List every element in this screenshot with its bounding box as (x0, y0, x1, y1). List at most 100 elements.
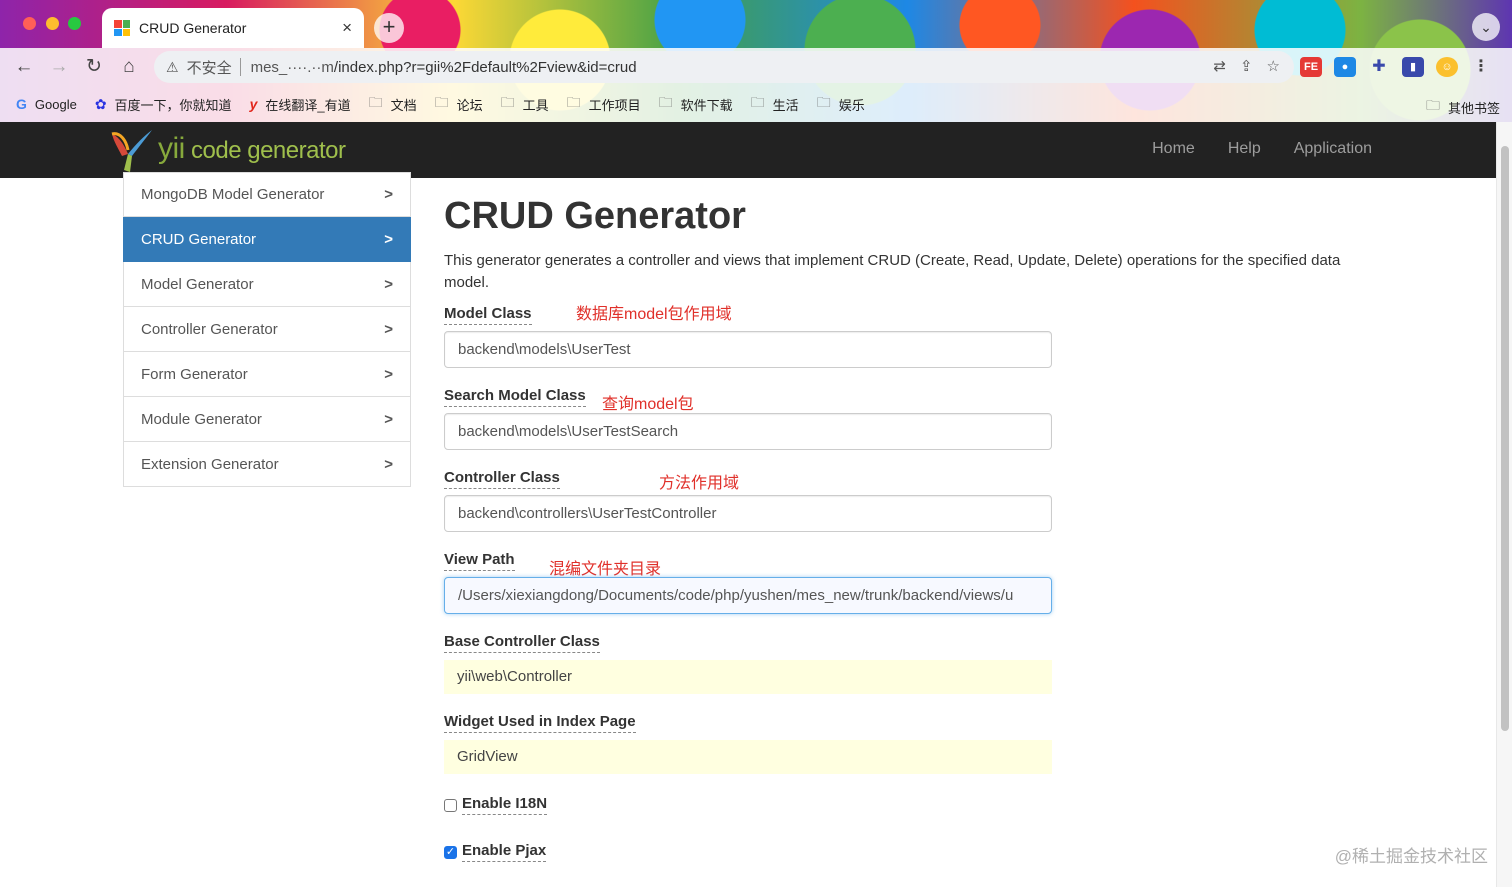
folder-icon: 🗀 (816, 94, 831, 110)
controller-class-label: Controller Class (444, 469, 560, 489)
bookmark-baidu[interactable]: ✿ 百度一下，你就知道 (95, 95, 232, 114)
bookmark-star-icon[interactable]: ☆ (1267, 57, 1280, 75)
extensions-bar: FE ● ✚ ▮ ☺ ⋮ (1300, 57, 1492, 77)
chevron-right-icon: > (384, 275, 393, 293)
bookmark-label: 文档 (390, 97, 417, 113)
sidebar-item-label: Model Generator (141, 275, 254, 293)
page-title: CRUD Generator (444, 195, 746, 237)
folder-icon: 🗀 (500, 94, 515, 110)
bookmark-google[interactable]: G Google (16, 96, 77, 112)
logo-yii-word: yii (158, 132, 185, 165)
controller-class-input[interactable]: backend\controllers\UserTestController (444, 495, 1052, 532)
forward-arrow-icon[interactable]: → (46, 54, 72, 80)
nav-link-home[interactable]: Home (1152, 140, 1195, 158)
generator-sidebar: MongoDB Model Generator > CRUD Generator… (123, 172, 411, 487)
bookmark-folder-tools[interactable]: 🗀 工具 (501, 92, 549, 116)
nav-link-application[interactable]: Application (1294, 140, 1372, 158)
nav-links: Home Help Application (1152, 140, 1372, 158)
sidebar-item-mongodb-model-generator[interactable]: MongoDB Model Generator > (123, 172, 411, 217)
yii-logo-icon (111, 130, 152, 172)
bookmark-folder-life[interactable]: 🗀 生活 (751, 92, 799, 116)
base-controller-class-input[interactable]: yii\web\Controller (444, 660, 1052, 694)
bookmark-folder-fun[interactable]: 🗀 娱乐 (817, 92, 865, 116)
sidebar-item-model-generator[interactable]: Model Generator > (123, 262, 411, 307)
nav-link-help[interactable]: Help (1228, 140, 1261, 158)
search-model-class-label: Search Model Class (444, 387, 586, 407)
extensions-puzzle-icon[interactable]: ✚ (1368, 57, 1390, 77)
home-icon[interactable]: ⌂ (116, 54, 142, 80)
bookmark-youdao[interactable]: y 在线翻译_有道 (250, 95, 351, 114)
extension-user-icon[interactable]: ● (1334, 57, 1356, 77)
view-path-annotation: 混编文件夹目录 (549, 561, 662, 578)
browser-menu-icon[interactable]: ⋮ (1470, 57, 1492, 77)
enable-i18n-checkbox[interactable] (444, 798, 457, 812)
bookmark-folder-downloads[interactable]: 🗀 软件下载 (659, 92, 733, 116)
warning-icon[interactable]: ⚠ (166, 59, 179, 76)
chevron-right-icon: > (384, 320, 393, 338)
model-class-input[interactable]: backend\models\UserTest (444, 331, 1052, 368)
folder-icon: 🗀 (658, 94, 673, 110)
sidebar-item-module-generator[interactable]: Module Generator > (123, 397, 411, 442)
tab-strip: CRUD Generator × + ⌄ (0, 0, 1512, 48)
tab-title: CRUD Generator (139, 20, 247, 36)
bookmark-label: 娱乐 (838, 97, 865, 113)
top-navbar: yii code generator Home Help Application (0, 122, 1496, 178)
reload-icon[interactable]: ↻ (81, 54, 107, 80)
omnibox-actions: ⇄ ⇪ ☆ (1213, 57, 1280, 75)
sidebar-item-form-generator[interactable]: Form Generator > (123, 352, 411, 397)
translate-icon[interactable]: ⇄ (1213, 57, 1226, 75)
folder-icon: 🗀 (566, 94, 581, 110)
maximize-window-button[interactable] (68, 17, 81, 30)
main-content: CRUD Generator This generator generates … (444, 178, 1384, 294)
chevron-right-icon: > (384, 455, 393, 473)
share-icon[interactable]: ⇪ (1240, 57, 1253, 75)
chevron-right-icon: > (384, 186, 393, 203)
new-tab-button[interactable]: + (374, 13, 404, 43)
yii-favicon-icon (114, 20, 130, 36)
sidebar-item-label: Form Generator (141, 365, 248, 383)
address-bar[interactable]: ⚠ 不安全 mes_····.··m /index.php?r=gii%2Fde… (154, 51, 1294, 83)
sidebar-item-extension-generator[interactable]: Extension Generator > (123, 442, 411, 487)
browser-tab[interactable]: CRUD Generator × (102, 8, 364, 48)
yii-logo[interactable]: yii code generator (108, 126, 346, 174)
chevron-right-icon: > (384, 230, 393, 248)
sidebar-item-controller-generator[interactable]: Controller Generator > (123, 307, 411, 352)
folder-icon: 🗀 (1425, 97, 1440, 113)
widget-used-input[interactable]: GridView (444, 740, 1052, 774)
search-model-class-input[interactable]: backend\models\UserTestSearch (444, 413, 1052, 450)
enable-i18n-label: Enable I18N (462, 795, 548, 815)
page-description: This generator generates a controller an… (444, 252, 1341, 291)
enable-pjax-row[interactable]: ✓ Enable Pjax (444, 842, 547, 862)
bookmark-folder-docs[interactable]: 🗀 文档 (369, 92, 417, 116)
minimize-window-button[interactable] (46, 17, 59, 30)
extension-fe-icon[interactable]: FE (1300, 57, 1322, 77)
enable-pjax-checkbox[interactable]: ✓ (444, 845, 457, 859)
bookmark-label: 生活 (772, 97, 799, 113)
close-window-button[interactable] (23, 17, 36, 30)
page-scrollbar[interactable] (1496, 122, 1512, 887)
view-path-input[interactable]: /Users/xiexiangdong/Documents/code/php/y… (444, 577, 1052, 614)
view-path-label: View Path (444, 551, 515, 571)
back-arrow-icon[interactable]: ← (11, 54, 37, 80)
controller-class-annotation: 方法作用域 (659, 475, 740, 492)
security-label[interactable]: 不安全 (187, 57, 232, 78)
scrollbar-thumb[interactable] (1501, 146, 1509, 731)
baidu-icon: ✿ (94, 95, 107, 112)
enable-i18n-row[interactable]: Enable I18N (444, 795, 548, 815)
base-controller-class-label: Base Controller Class (444, 633, 600, 653)
bookmark-label: 软件下载 (680, 97, 733, 113)
profile-avatar-icon[interactable]: ☺ (1436, 57, 1458, 77)
other-bookmarks[interactable]: 🗀 其他书签 (1426, 95, 1500, 119)
sidebar-item-label: Controller Generator (141, 320, 278, 338)
sidebar-panel-icon[interactable]: ▮ (1402, 57, 1424, 77)
search-model-class-annotation: 查询model包 (602, 396, 694, 413)
sidebar-item-crud-generator[interactable]: CRUD Generator > (123, 217, 411, 262)
bookmark-label: 论坛 (456, 97, 483, 113)
watermark: @稀土掘金技术社区 (1334, 847, 1488, 866)
url-path: /index.php?r=gii%2Fdefault%2Fview&id=cru… (333, 58, 637, 76)
bookmark-folder-forum[interactable]: 🗀 论坛 (435, 92, 483, 116)
model-class-label: Model Class (444, 305, 532, 325)
tab-close-icon[interactable]: × (342, 18, 352, 38)
tab-search-button[interactable]: ⌄ (1472, 13, 1500, 41)
bookmark-folder-work[interactable]: 🗀 工作项目 (567, 92, 641, 116)
